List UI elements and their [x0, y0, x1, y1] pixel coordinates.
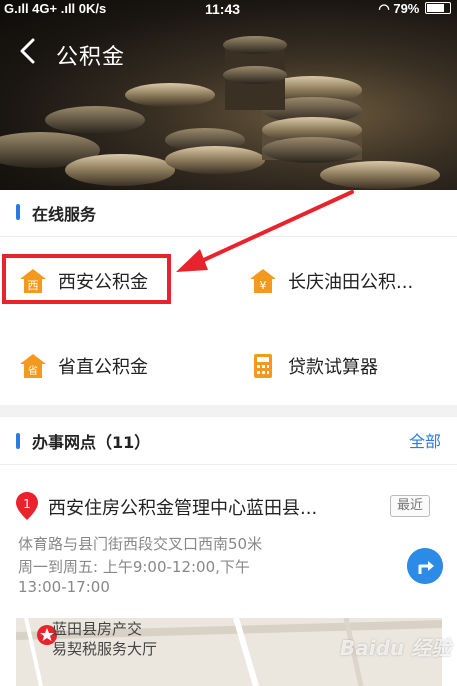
pin-number: 1 [23, 497, 31, 511]
battery-status: ◠ 79% [378, 1, 451, 17]
map-label: 易契税服务大厅 [52, 640, 158, 658]
online-services-title: 在线服务 [32, 205, 97, 224]
recent-badge: 最近 [390, 495, 430, 517]
service-changqing[interactable]: ¥ 长庆油田公积... [250, 261, 413, 301]
map-pin-icon: 1 [16, 492, 38, 520]
calculator-icon [254, 354, 272, 378]
page-title: 公积金 [56, 45, 126, 70]
section-gap [0, 405, 457, 417]
service-label: 贷款试算器 [288, 357, 378, 378]
back-arrow-icon[interactable] [14, 36, 44, 66]
yuan-house-icon: ¥ [250, 269, 276, 293]
service-label: 省直公积金 [58, 357, 148, 378]
battery-icon [425, 2, 451, 14]
signal-status: G.ıll 4G+ .ıll 0K/s [4, 1, 107, 16]
service-label: 长庆油田公积... [288, 272, 414, 293]
sheng-house-char: 省 [28, 364, 38, 377]
baidu-watermark: Baidu 经验 [340, 636, 452, 660]
office-address: 体育路与县门街西段交叉口西南50米 [18, 535, 263, 553]
service-shengzhi[interactable]: 省 省直公积金 [20, 346, 148, 386]
clock: 11:43 [205, 1, 241, 17]
section-marker [16, 433, 20, 449]
map-label: 蓝田县房产交 [52, 620, 143, 638]
wifi-icon: ◠ [378, 1, 390, 16]
service-loan-calculator[interactable]: 贷款试算器 [250, 346, 378, 386]
nav-bar: 公积金 [0, 30, 457, 76]
status-bar: G.ıll 4G+ .ıll 0K/s 11:43 ◠ 79% [0, 0, 457, 20]
office-hours-cont: 13:00-17:00 [18, 578, 110, 596]
offices-title: 办事网点（11） [32, 433, 151, 452]
battery-percent: 79% [393, 1, 420, 16]
view-all-link[interactable]: 全部 [409, 428, 441, 452]
header-banner: G.ıll 4G+ .ıll 0K/s 11:43 ◠ 79% 公积金 [0, 0, 457, 190]
coins-photo [0, 36, 440, 189]
office-hours: 周一到周五: 上午9:00-12:00,下午 [18, 558, 250, 576]
office-name[interactable]: 西安住房公积金管理中心蓝田县... [48, 494, 317, 520]
divider [0, 236, 457, 237]
divider [0, 464, 457, 465]
navigate-button[interactable] [407, 548, 443, 584]
highlight-box [2, 254, 171, 304]
sheng-house-icon: 省 [20, 354, 46, 378]
yuan-house-char: ¥ [260, 279, 267, 292]
section-marker [16, 204, 20, 220]
